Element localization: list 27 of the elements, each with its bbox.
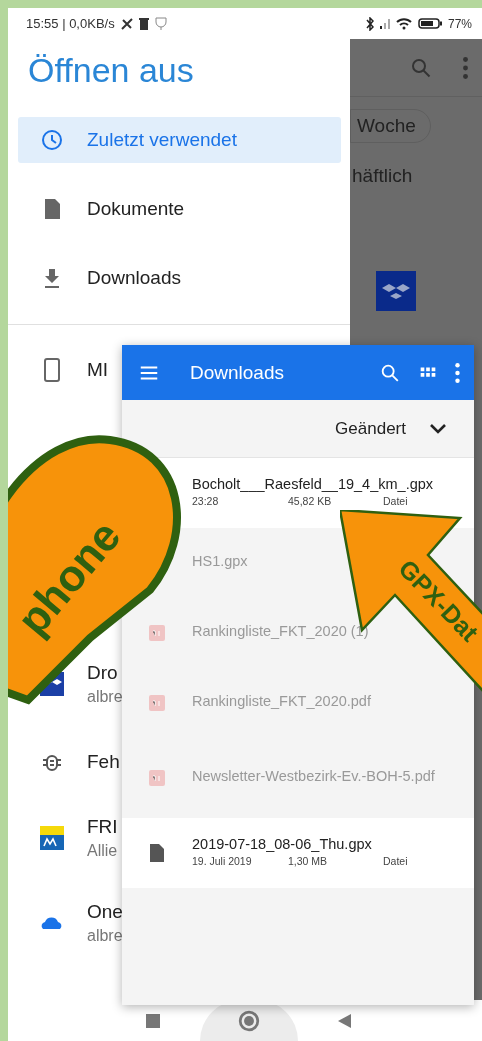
file-name: HS1.gpx <box>192 553 248 569</box>
file-size: 1,30 MB <box>288 854 329 867</box>
status-text: 15:55 | 0,0KB/s <box>26 16 115 31</box>
source-label: Dokumente <box>87 198 185 220</box>
source-account: Allie <box>87 842 118 860</box>
file-name: Newsletter-Westbezirk-Ev.-BOH-5.pdf <box>192 768 435 784</box>
source-account: albre <box>87 688 123 706</box>
section-label: häftlich <box>351 165 413 187</box>
drawer-title: Öffnen aus <box>27 50 195 91</box>
source-label: Downloads <box>87 267 181 289</box>
source-label: Feh <box>87 751 120 773</box>
source-label: Zuletzt verwendet <box>87 129 237 151</box>
window-title: Downloads <box>190 361 285 384</box>
file-name: Rankingliste_FKT_2020.pdf <box>192 693 371 709</box>
file-name: Bocholt___Raesfeld__19_4_km_.gpx <box>192 475 434 492</box>
source-label: Dro <box>87 662 119 684</box>
file-type: Datei <box>383 854 408 867</box>
battery-percent: 77% <box>447 16 472 31</box>
source-label: FRI <box>87 816 118 838</box>
file-name: 2019-07-18_08-06_Thu.gpx <box>192 835 373 852</box>
source-label: One <box>87 901 123 923</box>
file-type: Datei <box>383 494 408 507</box>
file-size: 45,82 KB <box>288 494 333 507</box>
source-account: albre <box>87 927 123 945</box>
file-date: 19. Juli 2019 <box>192 854 253 867</box>
file-date: 23:28 <box>192 494 220 507</box>
source-label: MI <box>87 359 109 381</box>
